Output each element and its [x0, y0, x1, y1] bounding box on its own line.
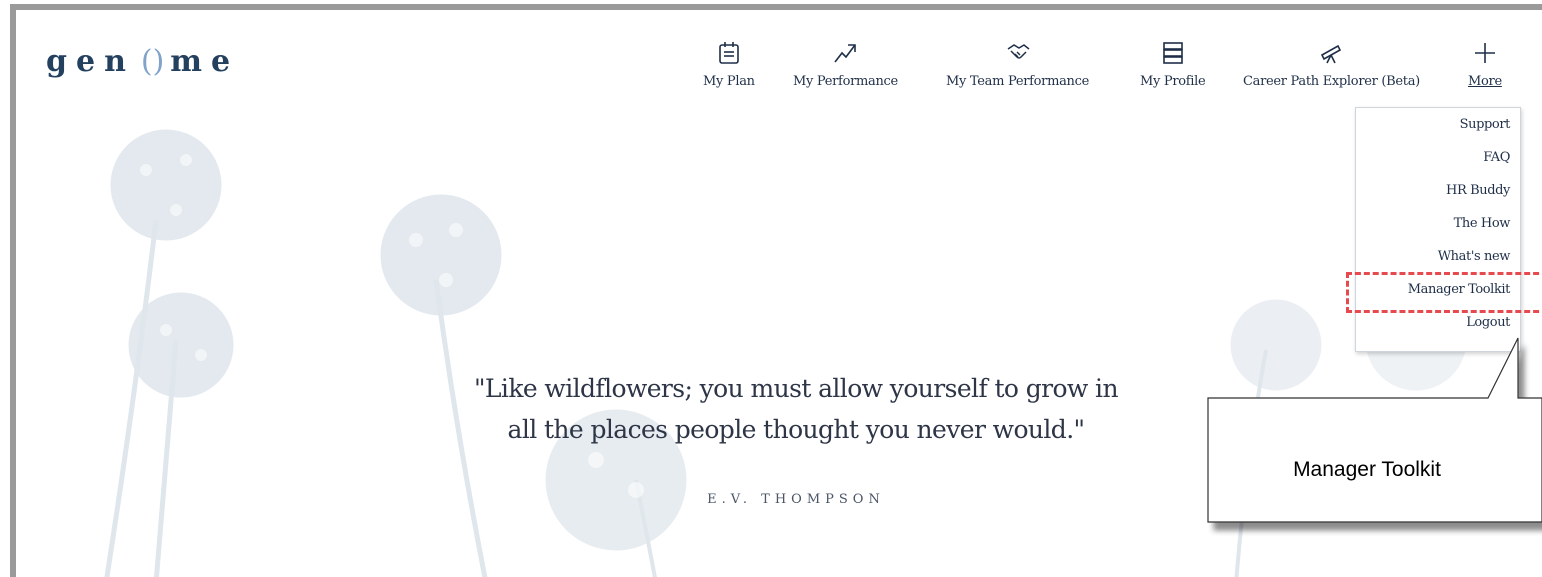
handshake-icon — [1007, 44, 1029, 59]
menu-item-whats-new[interactable]: What's new — [1438, 249, 1511, 264]
nav-my-profile[interactable]: My Profile — [1140, 40, 1206, 89]
nav-more[interactable]: More — [1468, 40, 1502, 89]
plus-icon — [1474, 43, 1495, 63]
quote-line-2: all the places people thought you never … — [507, 415, 1086, 444]
nav-my-performance[interactable]: My Performance — [793, 40, 898, 89]
server-stack-icon — [1162, 42, 1183, 64]
menu-item-logout[interactable]: Logout — [1466, 315, 1510, 330]
nav-my-team-performance[interactable]: My Team Performance — [946, 40, 1089, 89]
nav-label: Career Path Explorer (Beta) — [1243, 74, 1420, 89]
callout-text: Manager Toolkit — [1293, 458, 1441, 481]
app-window: gen() me My Plan My Performance My Team P… — [10, 4, 1542, 577]
manager-toolkit-highlight — [1346, 272, 1542, 313]
telescope-icon — [1321, 44, 1342, 64]
nav-label: My Performance — [793, 74, 898, 89]
inspirational-quote: "Like wildflowers; you must allow yourse… — [416, 368, 1176, 450]
nav-career-path-explorer[interactable]: Career Path Explorer (Beta) — [1243, 40, 1420, 89]
nav-my-plan[interactable]: My Plan — [703, 40, 755, 89]
menu-item-the-how[interactable]: The How — [1454, 216, 1511, 231]
menu-item-faq[interactable]: FAQ — [1483, 150, 1510, 165]
calendar-icon — [719, 42, 739, 64]
nav-label: My Plan — [703, 74, 755, 89]
nav-label: My Team Performance — [946, 74, 1090, 89]
top-navigation: My Plan My Performance My Team Performan… — [16, 40, 1542, 110]
trend-up-icon — [834, 44, 857, 63]
quote-line-1: "Like wildflowers; you must allow yourse… — [474, 374, 1119, 403]
nav-label: My Profile — [1140, 74, 1206, 89]
menu-item-support[interactable]: Support — [1460, 117, 1511, 132]
more-dropdown-menu: Support FAQ HR Buddy The How What's new … — [1355, 107, 1521, 352]
quote-author: E.V. THOMPSON — [707, 492, 885, 507]
menu-item-hr-buddy[interactable]: HR Buddy — [1446, 183, 1510, 198]
nav-label: More — [1468, 74, 1502, 89]
